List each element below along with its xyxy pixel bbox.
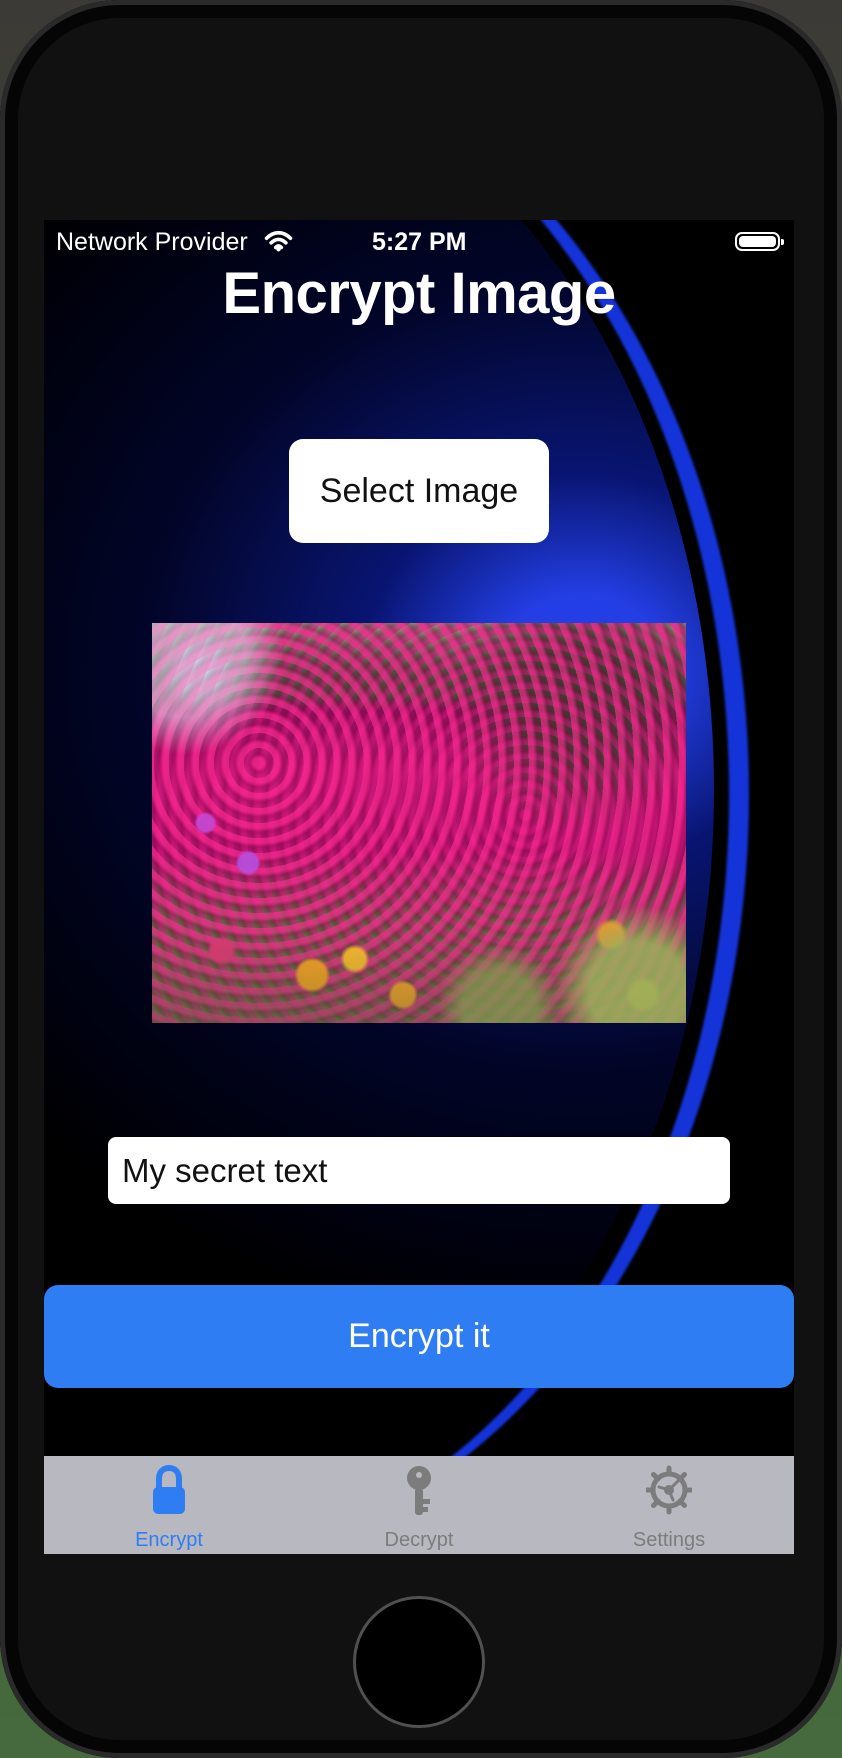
tab-settings[interactable]: Settings <box>544 1456 794 1554</box>
wifi-icon <box>264 230 293 252</box>
tab-label-settings: Settings <box>632 1529 706 1551</box>
lock-icon <box>153 1464 185 1514</box>
page-title: Encrypt Image <box>222 261 616 326</box>
gear-icon <box>646 1465 692 1515</box>
home-button[interactable] <box>353 1596 485 1728</box>
status-bar: Network Provider 5:27 PM <box>44 220 794 262</box>
selected-image <box>152 623 686 1023</box>
secret-text-input[interactable] <box>108 1137 730 1204</box>
battery-icon <box>735 232 784 251</box>
encrypt-button[interactable]: Encrypt it <box>44 1285 794 1388</box>
key-icon <box>407 1466 431 1515</box>
network-provider: Network Provider <box>56 228 248 256</box>
tab-decrypt[interactable]: Decrypt <box>294 1456 544 1554</box>
app-screen: Network Provider 5:27 PM Encrypt Image S… <box>44 220 794 1554</box>
time: 5:27 PM <box>372 228 467 256</box>
tab-bar: Encrypt Decrypt Settings <box>44 1456 794 1554</box>
tab-label-decrypt: Decrypt <box>384 1529 454 1551</box>
phone-frame: Network Provider 5:27 PM Encrypt Image S… <box>0 0 842 1758</box>
select-image-button[interactable]: Select Image <box>289 439 549 543</box>
tab-encrypt[interactable]: Encrypt <box>44 1456 294 1554</box>
tab-label-encrypt: Encrypt <box>135 1529 203 1551</box>
